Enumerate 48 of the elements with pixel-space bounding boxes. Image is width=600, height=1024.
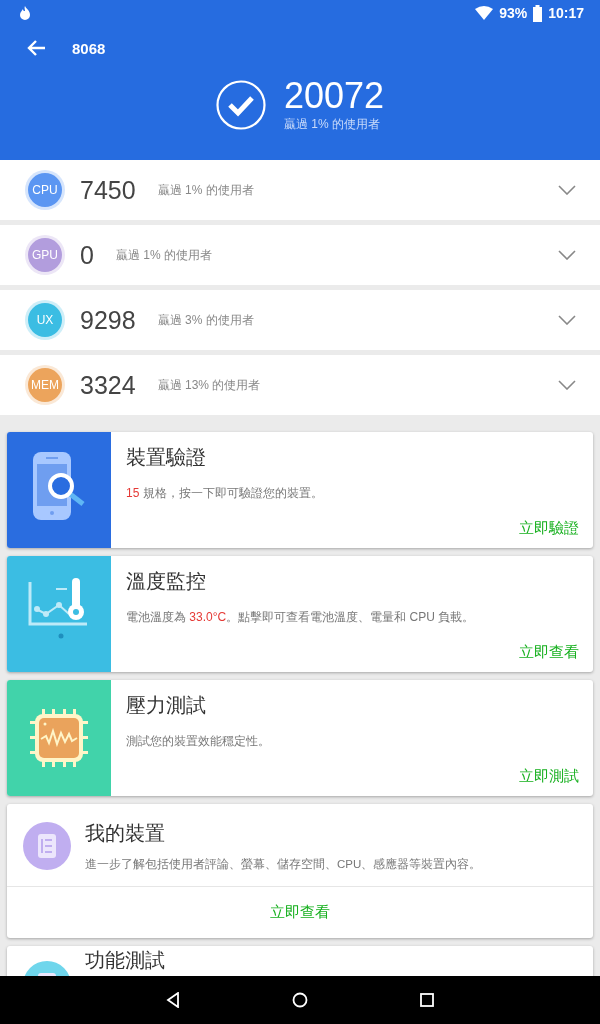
- battery-percent: 93%: [499, 5, 528, 21]
- chevron-icon[interactable]: [558, 250, 576, 260]
- score-badge: MEM: [28, 368, 62, 402]
- card-description: 15 規格，按一下即可驗證您的裝置。: [126, 485, 324, 502]
- score-badge: UX: [28, 303, 62, 337]
- chip-pulse-icon: [30, 709, 88, 767]
- score-value: 9298: [80, 305, 136, 335]
- chevron-icon[interactable]: [558, 380, 576, 390]
- chevron-icon[interactable]: [558, 315, 576, 325]
- feature-card[interactable]: 壓力測試 測試您的裝置效能穩定性。 立即測試: [7, 680, 593, 796]
- score-row[interactable]: UX 9298 贏過 3% 的使用者: [0, 290, 600, 350]
- card-title: 我的裝置: [85, 821, 166, 846]
- recents-nav-icon[interactable]: [420, 993, 434, 1007]
- score-value: 3324: [80, 370, 136, 400]
- score-rank: 贏過 3% 的使用者: [157, 311, 254, 329]
- card-title: 壓力測試: [126, 693, 207, 718]
- home-nav-icon[interactable]: [292, 992, 308, 1008]
- feature-card[interactable]: 溫度監控 電池溫度為 33.0°C。點擊即可查看電池溫度、電量和 CPU 負載。 立即查看: [7, 556, 593, 672]
- score-rank: 贏過 13% 的使用者: [157, 376, 261, 394]
- wifi-icon: [475, 6, 494, 20]
- score-rank: 贏過 1% 的使用者: [115, 246, 212, 264]
- total-score: 20072: [283, 76, 385, 116]
- score-badge: GPU: [28, 238, 62, 272]
- score-badge: CPU: [28, 173, 62, 207]
- feature-card[interactable]: 裝置驗證 15 規格，按一下即可驗證您的裝置。 立即驗證: [7, 432, 593, 548]
- info-card[interactable]: 功能測試: [7, 946, 593, 976]
- check-circle-icon: [215, 79, 266, 130]
- back-arrow-icon: [26, 39, 46, 57]
- card-description: 進一步了解包括使用者評論、螢幕、儲存空間、CPU、感應器等裝置內容。: [85, 857, 482, 872]
- card-title: 溫度監控: [126, 569, 207, 594]
- score-row[interactable]: GPU 0 贏過 1% 的使用者: [0, 225, 600, 285]
- back-nav-icon[interactable]: [166, 992, 180, 1008]
- score-rank: 贏過 1% 的使用者: [157, 181, 254, 199]
- device-title: 8068: [72, 39, 106, 57]
- card-description: 測試您的裝置效能穩定性。: [126, 733, 271, 750]
- info-card[interactable]: 我的裝置 進一步了解包括使用者評論、螢幕、儲存空間、CPU、感應器等裝置內容。 立即查看: [7, 804, 593, 938]
- card-title: 裝置驗證: [126, 445, 207, 470]
- chevron-icon[interactable]: [558, 185, 576, 195]
- score-row[interactable]: MEM 3324 贏過 13% 的使用者: [0, 355, 600, 415]
- score-row[interactable]: CPU 7450 贏過 1% 的使用者: [0, 160, 600, 220]
- score-value: 7450: [80, 175, 136, 205]
- battery-icon: [533, 4, 543, 22]
- clock: 10:17: [548, 5, 584, 21]
- total-rank: 贏過 1% 的使用者: [283, 116, 381, 133]
- card-title: 功能測試: [85, 949, 165, 971]
- card-description: 電池溫度為 33.0°C。點擊即可查看電池溫度、電量和 CPU 負載。: [126, 609, 476, 626]
- app-notification-icon: [18, 5, 32, 21]
- score-value: 0: [80, 240, 94, 270]
